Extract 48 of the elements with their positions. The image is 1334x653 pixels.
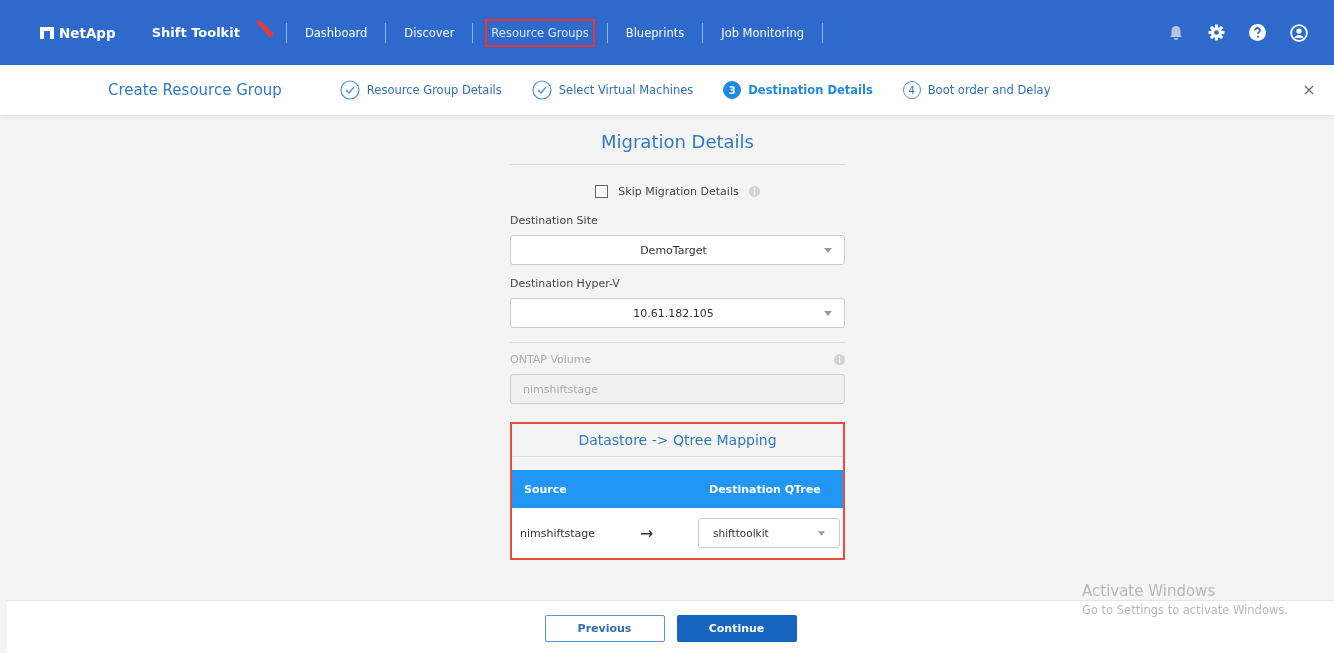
select-field[interactable]: shifttoolkit <box>698 518 840 548</box>
wizard-step[interactable]: 4 Boot order and Delay <box>902 81 1051 99</box>
continue-button[interactable]: Continue <box>676 615 797 642</box>
previous-button[interactable]: Previous <box>544 615 665 642</box>
activation-text: Go to Settings to activate Windows. <box>1082 603 1288 617</box>
check-circle-icon <box>339 80 360 100</box>
nav-link[interactable]: Blueprints <box>619 18 691 47</box>
step-number: 3 <box>723 81 742 99</box>
checkbox-label: Skip Migration Details <box>618 185 739 198</box>
wizard-step[interactable]: 3 Destination Details <box>723 81 873 99</box>
checkbox[interactable] <box>595 185 609 198</box>
caret-icon <box>824 247 832 253</box>
field-label: ONTAP Volume <box>510 353 592 366</box>
table-cell-text: nimshiftstage <box>519 526 597 540</box>
wizard-step[interactable]: Select Virtual Machines <box>531 80 694 100</box>
caret-icon <box>824 310 832 316</box>
brand-logo[interactable]: NetApp <box>28 24 116 41</box>
field-label: Destination Site <box>510 214 598 227</box>
mapping-title: Datastore -> Qtree Mapping <box>512 424 843 457</box>
wizard-step[interactable]: Resource Group Details <box>339 80 502 100</box>
wizard-title: Create Resource Group <box>108 81 282 99</box>
nav-link[interactable]: Resource Groups <box>485 18 595 47</box>
step-label: Resource Group Details <box>366 83 502 97</box>
close-icon[interactable] <box>1304 85 1314 95</box>
user-icon[interactable] <box>1290 23 1308 42</box>
step-label: Boot order and Delay <box>927 83 1051 97</box>
form-title: Migration Details <box>510 131 845 165</box>
logo-icon <box>40 26 54 39</box>
help-icon[interactable] <box>1249 24 1266 41</box>
step-label: Select Virtual Machines <box>558 83 694 97</box>
nav-link[interactable]: Job Monitoring <box>715 18 811 47</box>
ribbon-icon <box>253 19 274 38</box>
settings-icon[interactable] <box>1208 24 1225 41</box>
select-field[interactable]: 10.61.182.105 <box>510 298 845 328</box>
field-label: Destination Hyper-V <box>510 277 620 290</box>
product-name: Shift Toolkit <box>151 25 240 40</box>
caret-icon <box>818 530 825 536</box>
step-label: Destination Details <box>748 83 873 97</box>
brand-name: NetApp <box>59 24 116 41</box>
nav-link[interactable]: Discover <box>398 18 461 47</box>
column-header: Source <box>523 482 568 496</box>
arrow-symbol: → <box>640 523 655 543</box>
check-circle-icon <box>531 80 552 100</box>
column-header: Destination QTree <box>708 482 821 496</box>
activation-title: Activate Windows <box>1082 582 1217 600</box>
bell-icon[interactable] <box>1168 24 1184 41</box>
select-field[interactable]: DemoTarget <box>510 235 845 265</box>
nav-link[interactable]: Dashboard <box>298 18 374 47</box>
